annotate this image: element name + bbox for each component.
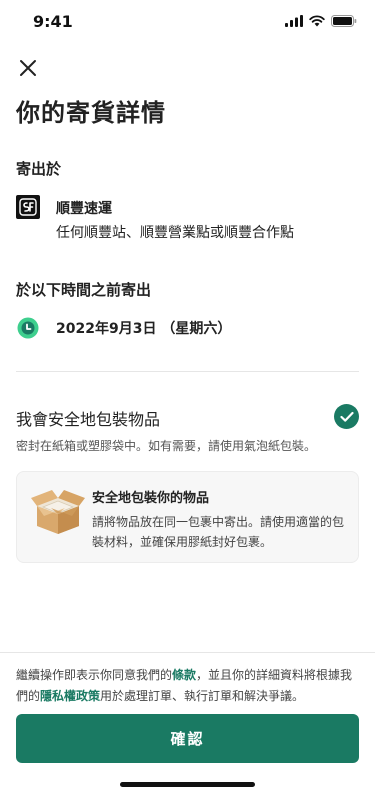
terms-text-before: 繼續操作即表示你同意我們的 — [16, 668, 173, 682]
tip-body: 請將物品放在同一包裹中寄出。請使用適當的包裝材料，並確保用膠紙封好包裹。 — [92, 515, 345, 549]
status-icons — [285, 15, 357, 27]
battery-icon — [331, 15, 357, 27]
checkmark-icon — [339, 411, 354, 422]
safe-packaging-label: 我會安全地包裝物品 — [16, 410, 161, 429]
deadline-date: 2022年9月3日 （星期六） — [56, 321, 232, 337]
footer-divider — [0, 652, 375, 653]
terms-notice: 繼續操作即表示你同意我們的條款，並且你的詳細資料將根據我們的隱私權政策用於處理訂… — [16, 665, 364, 707]
safe-packaging-checkbox[interactable] — [334, 404, 359, 429]
deadline-title: 於以下時間之前寄出 — [16, 281, 152, 299]
close-button[interactable] — [14, 54, 42, 82]
courier-description: 任何順豐站、順豐營業點或順豐合作點 — [56, 225, 294, 241]
tip-title: 安全地包裝你的物品 — [92, 491, 210, 506]
courier-name: 順豐速運 — [56, 201, 112, 217]
close-icon — [20, 60, 36, 76]
packaging-tip-card: 安全地包裝你的物品 請將物品放在同一包裹中寄出。請使用適當的包裝材料，並確保用膠… — [16, 471, 359, 563]
home-indicator — [120, 782, 255, 787]
signal-icon — [285, 15, 303, 27]
terms-link[interactable]: 條款 — [172, 668, 196, 682]
clock-icon — [17, 317, 39, 339]
status-bar: 9:41 — [0, 0, 375, 44]
section-divider — [16, 371, 359, 372]
confirm-button[interactable]: 確認 — [16, 714, 359, 763]
terms-text-after: 用於處理訂單、執行訂單和解決爭議。 — [100, 689, 305, 703]
page-title: 你的寄貨詳情 — [16, 99, 166, 127]
privacy-policy-link[interactable]: 隱私權政策 — [40, 689, 100, 703]
wifi-icon — [309, 15, 325, 27]
open-box-icon — [31, 486, 85, 536]
sf-express-logo — [16, 195, 40, 219]
ship-from-title: 寄出於 — [16, 160, 62, 178]
packaging-hint: 密封在紙箱或塑膠袋中。如有需要，請使用氣泡紙包裝。 — [16, 439, 317, 453]
status-time: 9:41 — [33, 12, 73, 31]
